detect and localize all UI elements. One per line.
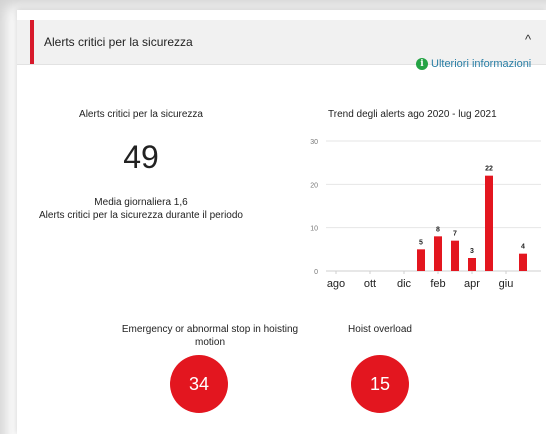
data-label: 3 — [470, 248, 474, 255]
trend-chart: 0 10 20 30 5 8 7 3 22 4 ago ott dic feb apr giu — [310, 139, 541, 290]
bar — [434, 236, 442, 271]
bar — [451, 240, 459, 271]
bar — [468, 258, 476, 271]
x-tick-label: apr — [464, 278, 480, 290]
hoist-overload-count-circle: 15 — [351, 355, 409, 413]
data-label: 4 — [521, 244, 525, 251]
circle-title-emergency-stop: Emergency or abnormal stop in hoisting m… — [121, 324, 299, 348]
data-label: 7 — [453, 231, 457, 238]
x-tick-label: feb — [430, 278, 445, 290]
y-tick-label: 10 — [310, 226, 318, 233]
bar — [417, 249, 425, 271]
y-tick-label: 0 — [314, 269, 318, 276]
data-label: 22 — [485, 166, 493, 173]
x-tick-label: giu — [499, 278, 514, 290]
circle-title-hoist-overload: Hoist overload — [348, 324, 412, 335]
bar — [519, 253, 527, 271]
x-tick-label: ago — [327, 278, 345, 290]
y-tick-label: 20 — [310, 182, 318, 189]
x-tick-label: dic — [397, 278, 412, 290]
data-label: 8 — [436, 226, 440, 233]
data-label: 5 — [419, 239, 423, 246]
y-tick-label: 30 — [310, 139, 318, 146]
bar — [485, 175, 493, 271]
x-tick-label: ott — [364, 278, 376, 290]
emergency-stop-count-circle: 34 — [170, 355, 228, 413]
